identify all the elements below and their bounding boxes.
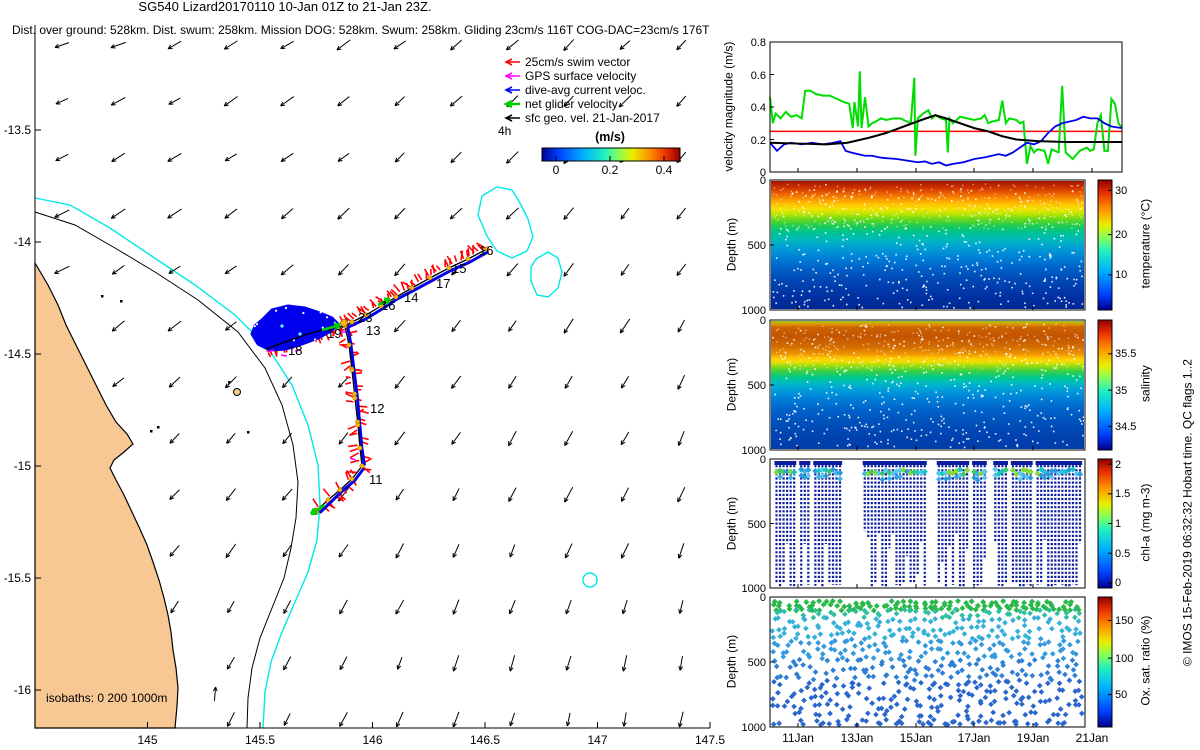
legend-label: GPS surface velocity [525,69,637,83]
map-legend: 25cm/s swim vector GPS surface velocity di… [502,55,660,125]
colorbar-axis-label: salinity [1138,365,1153,402]
waypoint-label: 13 [366,323,381,338]
colorbar-axis-label: chl-a (mg m-3) [1138,483,1153,562]
colorbar-tick-label: 20 [1115,229,1128,242]
waypoint-label: 19 [327,326,342,341]
colorbar-tick-label: 34.5 [1115,421,1137,434]
map-x-tick-label: 146 [362,733,383,747]
date-tick-label: 13Jan [840,731,874,745]
colorbar-tick-label: 2 [1115,458,1122,471]
velocity-colorbar-title: (m/s) [595,130,625,144]
panel-chl [769,458,1113,589]
legend-item: dive-avg current veloc. [502,83,660,97]
islet [233,388,241,396]
velocity-colorbar-tick-label: 0.4 [655,163,673,177]
depth-axis-label: Depth (m) [724,217,739,272]
colorbar-tick-label: 30 [1115,184,1128,197]
velocity-y-tick-label: 0.8 [750,37,766,49]
legend-item: net glider velocity [502,97,660,111]
colorbar-tick-label: 100 [1115,652,1134,665]
date-tick-label: 15Jan [899,731,933,745]
legend-arrow-icon [504,72,520,80]
velocity-y-tick-label: 0.2 [750,134,766,147]
waypoint-label: 16 [479,243,494,258]
velocity-colorbar-tick-label: 0.2 [601,163,619,177]
imos-credit: © IMOS 15-Feb-2019 06:32:32 Hobart time.… [1180,359,1195,667]
depth-axis-label: Depth (m) [724,357,739,412]
legend-label: net glider velocity [525,97,618,111]
date-tick-label: 21Jan [1075,731,1109,745]
legend-timescale: 4h [498,124,512,138]
colorbar-tick-label: 0.5 [1115,547,1131,560]
waypoint-label: 15 [452,261,467,276]
reef-outline [530,251,563,298]
isobaths-label: isobaths: 0 200 1000m [46,691,168,705]
map-x-tick-label: 147 [587,733,608,747]
depth-axis-label: Depth (m) [724,496,739,550]
legend-item: GPS surface velocity [502,69,660,83]
map-land [34,260,250,729]
depth-tick-label: 0 [759,175,766,187]
panel-salinity [769,319,1113,451]
waypoint-label: 11 [369,472,383,487]
velocity-y-tick-label: 0.4 [750,102,766,114]
colorbar-tick-label: 50 [1115,689,1128,701]
legend-item: 25cm/s swim vector [502,55,660,69]
map-x-tick-label: 147.5 [694,733,726,747]
map-y-tick-label: -14 [13,235,31,249]
map-y-tick-label: -14.5 [3,347,31,361]
panel-oxygen [769,596,1113,728]
colorbar-tick-label: 1.5 [1115,488,1131,501]
legend-arrow-icon [504,86,520,94]
velocity-colorbar-tick-label: 0 [552,163,560,177]
waypoint-label: 17 [436,276,451,291]
legend-item: sfc geo. vel. 21-Jan-2017 [502,111,660,125]
legend-arrow-icon [503,99,520,109]
map-x-tick-label: 145 [137,733,158,747]
legend-arrow-icon [504,58,520,66]
legend-label: sfc geo. vel. 21-Jan-2017 [525,111,660,125]
velocity-colorbar [541,147,681,162]
map-y-tick-label: -13.5 [3,123,31,137]
date-tick-label: 19Jan [1016,731,1050,745]
depth-tick-label: 0 [759,454,766,466]
depth-tick-label: 0 [759,592,766,604]
velocity-y-tick-label: 0.6 [750,69,766,82]
page-title: SG540 Lizard20170110 10-Jan 01Z to 21-Ja… [138,0,432,14]
legend-label: dive-avg current veloc. [525,83,646,97]
figure-window: SG540 Lizard20170110 10-Jan 01Z to 21-Ja… [0,0,1200,750]
map-y-tick-label: -16 [13,683,31,697]
depth-tick-label: 1000 [741,722,766,734]
map-x-tick-label: 145.5 [244,733,276,747]
depth-tick-label: 0 [759,315,766,327]
colorbar-tick-label: 150 [1115,614,1134,627]
panel-temperature [769,179,1113,311]
waypoint-label: 14 [404,290,419,305]
colorbar-axis-label: Ox. sat. ratio (%) [1138,615,1153,706]
colorbar-tick-label: 1 [1115,518,1122,530]
reef-outline [582,572,598,588]
colorbar-tick-label: 35.5 [1115,348,1137,361]
colorbar-tick-label: 35 [1115,384,1128,397]
colorbar-tick-label: 10 [1115,269,1128,282]
map-y-tick-label: -15.5 [3,571,31,585]
waypoint-label: 12 [370,401,385,416]
waypoint-label: 18 [288,343,303,358]
colorbar-tick-label: 0 [1115,577,1122,590]
map-x-tick-label: 146.5 [469,733,501,747]
page-subtitle: Dist. over ground: 528km. Dist. swum: 25… [12,23,710,37]
depth-axis-label: Depth (m) [724,634,739,689]
legend-arrow-icon [504,114,520,122]
waypoint-label: 16 [381,298,396,313]
date-tick-label: 17Jan [957,731,991,745]
colorbar-axis-label: temperature (°C) [1138,198,1153,289]
date-tick-label: 11Jan [782,731,814,745]
map-y-tick-label: -15 [13,459,31,473]
legend-label: 25cm/s swim vector [525,55,631,69]
panel-velocity [769,41,1123,173]
